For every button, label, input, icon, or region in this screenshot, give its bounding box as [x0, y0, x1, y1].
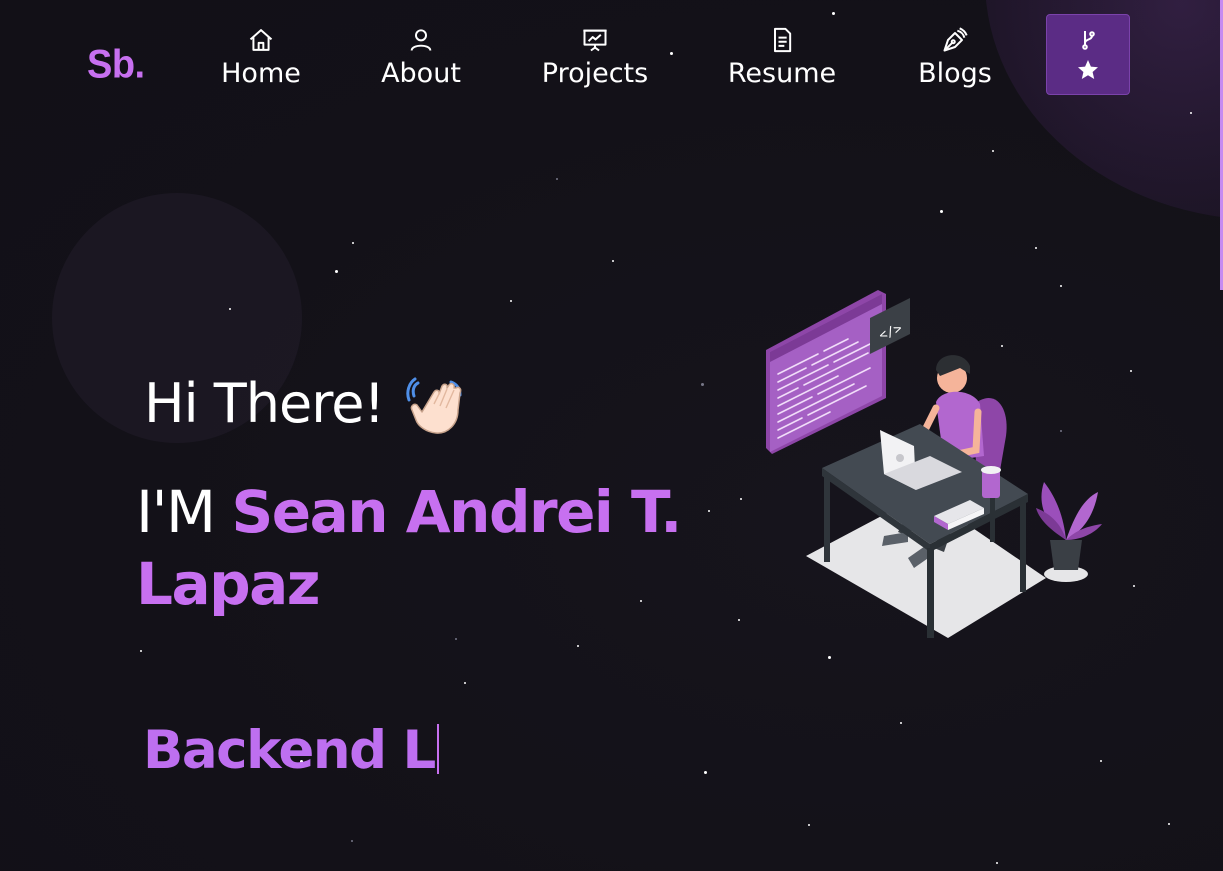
star	[1168, 823, 1170, 825]
star	[996, 862, 998, 864]
home-icon	[249, 29, 273, 51]
typewriter-text: Backend L	[143, 720, 439, 781]
star	[335, 270, 338, 273]
star	[1035, 247, 1037, 249]
typing-cursor	[436, 724, 439, 774]
star-icon	[1078, 59, 1098, 79]
pen-nib-icon	[943, 27, 968, 52]
star	[701, 383, 704, 386]
star	[556, 178, 558, 180]
nav-projects[interactable]: Projects	[538, 26, 652, 102]
star	[704, 771, 707, 774]
star	[612, 260, 614, 262]
nav-resume-label: Resume	[727, 58, 837, 89]
nav-home-label: Home	[221, 58, 301, 89]
nav-projects-label: Projects	[541, 58, 649, 89]
star	[510, 300, 512, 302]
star	[708, 510, 710, 512]
git-fork-icon	[1082, 30, 1095, 50]
greeting-heading: Hi There!	[144, 372, 385, 435]
star	[828, 656, 831, 659]
star	[351, 840, 353, 842]
github-repo-button[interactable]	[1046, 14, 1130, 95]
nav-about[interactable]: About	[377, 26, 465, 102]
star	[832, 12, 835, 15]
logo[interactable]: Sb.	[87, 43, 145, 88]
nav-blogs[interactable]: Blogs	[913, 26, 997, 102]
star	[740, 498, 742, 500]
nav-resume[interactable]: Resume	[724, 26, 840, 102]
star	[738, 619, 740, 621]
star	[577, 645, 579, 647]
star	[670, 52, 673, 55]
typed-role: Backend L	[143, 720, 436, 781]
developer-at-desk-illustration: </>	[766, 290, 1102, 638]
document-icon	[774, 27, 792, 53]
intro-heading: I'M Sean Andrei T. Lapaz	[136, 476, 696, 620]
star	[229, 308, 231, 310]
intro-prefix: I'M	[136, 478, 216, 546]
star	[1190, 112, 1192, 114]
waving-hand-icon	[406, 377, 462, 434]
nav-home[interactable]: Home	[218, 26, 304, 102]
presentation-icon	[583, 29, 607, 52]
nav-about-label: About	[381, 58, 461, 89]
star	[140, 650, 142, 652]
star	[940, 210, 943, 213]
star	[992, 150, 994, 152]
star	[1130, 370, 1132, 372]
star	[808, 824, 810, 826]
nav-blogs-label: Blogs	[918, 58, 992, 89]
user-icon	[410, 29, 432, 51]
star	[1100, 760, 1102, 762]
star	[900, 722, 902, 724]
star	[352, 242, 354, 244]
page: Sb. Home About Projects Resume Blogs Hi …	[0, 0, 1223, 871]
star	[455, 638, 457, 640]
star	[1133, 585, 1135, 587]
star	[464, 682, 466, 684]
full-name: Sean Andrei T. Lapaz	[136, 478, 682, 618]
